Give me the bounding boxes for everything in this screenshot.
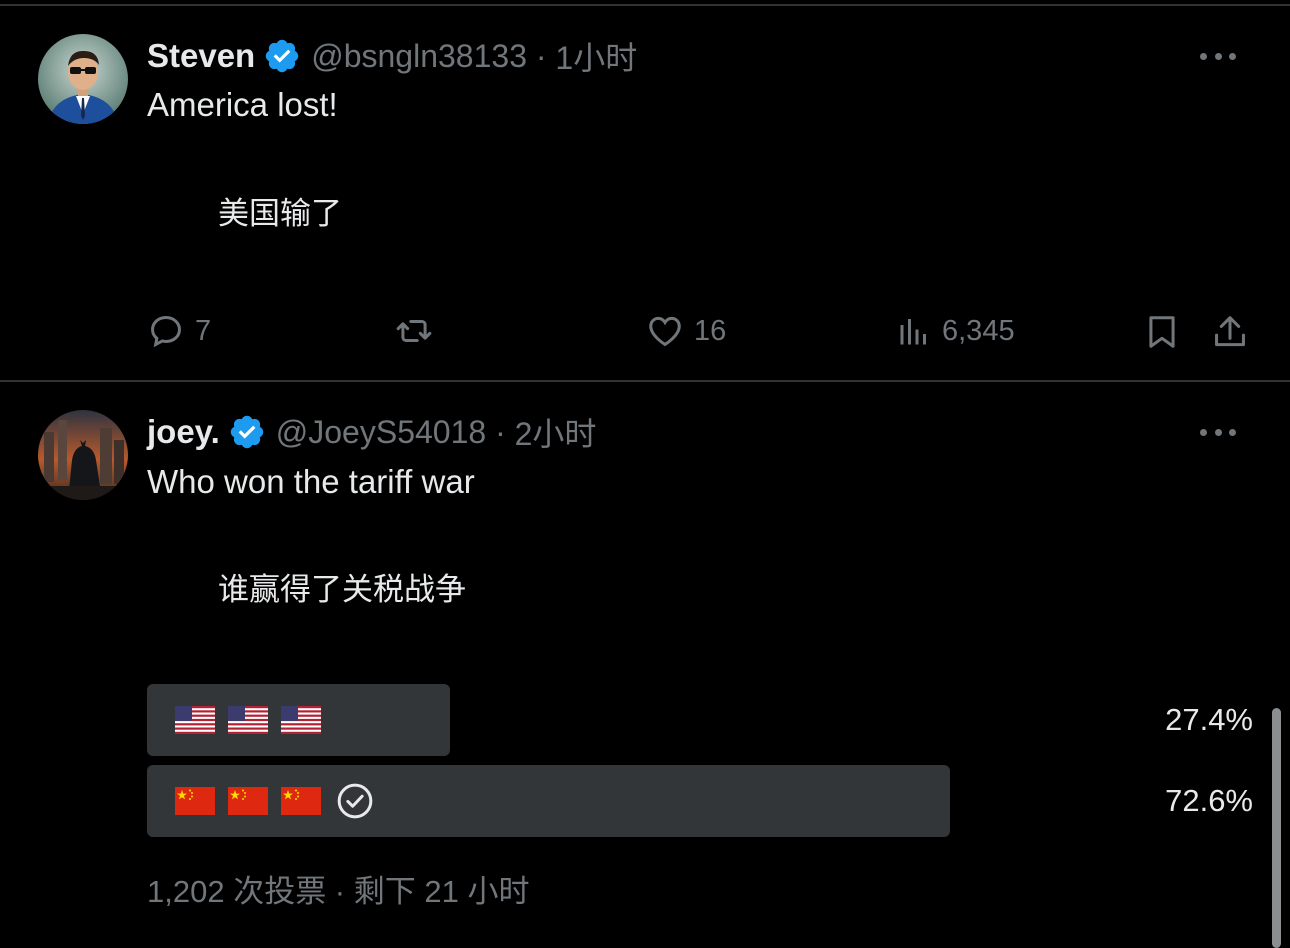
tweet-joey[interactable]: joey. @JoeyS54018 · 2小时 Who won the tari… (0, 0, 1290, 944)
poll-percentage: 27.4% (1165, 702, 1253, 737)
more-options-icon[interactable] (1200, 427, 1236, 437)
display-name[interactable]: joey. (147, 413, 220, 451)
handle[interactable]: @JoeyS54018 (276, 414, 486, 451)
poll-vote-summary: 1,202 次投票 · 剩下 21 小时 (147, 874, 530, 909)
tweet-text-english: Who won the tariff war (147, 463, 475, 500)
separator-dot: · (486, 413, 515, 450)
scrollbar[interactable] (1272, 708, 1281, 948)
selected-check-icon (337, 783, 373, 819)
china-flag-icon (228, 787, 268, 815)
avatar[interactable] (38, 410, 128, 500)
us-flag-icon (228, 706, 268, 734)
us-flag-icon (281, 706, 321, 734)
poll-option-china[interactable]: 72.6% (147, 765, 1253, 837)
tweet-text-chinese: 谁赢得了关税战争 (218, 572, 466, 607)
timestamp[interactable]: 2小时 (515, 409, 597, 455)
us-flag-icon (175, 706, 215, 734)
china-flag-icon (281, 787, 321, 815)
tweet-header: joey. @JoeyS54018 · 2小时 (147, 410, 596, 454)
poll-percentage: 72.6% (1165, 783, 1253, 818)
china-flag-icon (175, 787, 215, 815)
poll-option-usa[interactable]: 27.4% (147, 684, 1253, 756)
poll-option-label (175, 765, 374, 837)
poll-option-label (175, 684, 334, 756)
verified-badge-icon (230, 415, 263, 449)
